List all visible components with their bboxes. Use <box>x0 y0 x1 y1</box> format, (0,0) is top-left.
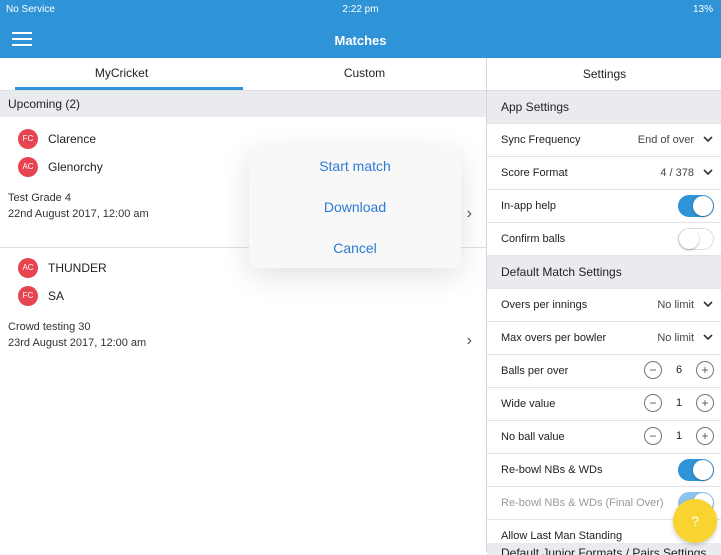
sync-frequency-row[interactable]: Sync Frequency End of over <box>487 124 721 157</box>
app-settings-header: App Settings <box>487 91 721 124</box>
settings-panel: Settings App Settings Sync Frequency End… <box>486 58 721 555</box>
sync-frequency-value: End of over <box>637 134 694 146</box>
status-bar: No Service 2:22 pm 13% <box>0 0 721 20</box>
match-grade: Test Grade 4 <box>8 192 71 204</box>
nav-bar: Matches <box>0 20 721 58</box>
team-badge: AC <box>18 258 38 278</box>
junior-settings-header: Default Junior Formats / Pairs Settings <box>487 543 721 555</box>
no-ball-value-row: No ball value − 1 + <box>487 421 721 454</box>
match-settings-header: Default Match Settings <box>487 256 721 289</box>
rebowl-toggle[interactable] <box>678 459 714 481</box>
wide-value-stepper: − 1 + <box>644 394 714 414</box>
plus-icon[interactable]: + <box>696 427 714 445</box>
stepper-value: 6 <box>675 364 683 376</box>
team-badge: FC <box>18 286 38 306</box>
overs-per-innings-value: No limit <box>657 299 694 311</box>
plus-icon[interactable]: + <box>696 361 714 379</box>
minus-icon[interactable]: − <box>644 394 662 412</box>
upcoming-header: Upcoming (2) <box>0 91 486 117</box>
clock-text: 2:22 pm <box>342 4 379 15</box>
in-app-help-toggle[interactable] <box>678 195 714 217</box>
chevron-right-icon: › <box>466 332 472 349</box>
team-name: THUNDER <box>48 261 107 275</box>
settings-title: Settings <box>487 58 721 91</box>
chevron-down-icon[interactable] <box>702 298 714 310</box>
help-button[interactable]: ? <box>673 499 717 543</box>
score-format-row[interactable]: Score Format 4 / 378 <box>487 157 721 190</box>
max-overs-value: No limit <box>657 332 694 344</box>
download-button[interactable]: Download <box>249 187 461 227</box>
match-grade: Crowd testing 30 <box>8 321 91 333</box>
minus-icon[interactable]: − <box>644 361 662 379</box>
tab-custom[interactable]: Custom <box>243 58 486 90</box>
overs-per-innings-row[interactable]: Overs per innings No limit <box>487 289 721 322</box>
confirm-balls-row: Confirm balls <box>487 223 721 256</box>
balls-per-over-stepper: − 6 + <box>644 361 714 381</box>
team-badge: FC <box>18 129 38 149</box>
in-app-help-row: In-app help <box>487 190 721 223</box>
page-title: Matches <box>334 33 387 48</box>
team-name: Glenorchy <box>48 160 103 174</box>
wide-value-row: Wide value − 1 + <box>487 388 721 421</box>
match-date: 22nd August 2017, 12:00 am <box>8 208 149 220</box>
no-ball-value-stepper: − 1 + <box>644 427 714 447</box>
confirm-balls-toggle[interactable] <box>678 228 714 250</box>
stepper-value: 1 <box>675 430 683 442</box>
stepper-value: 1 <box>675 397 683 409</box>
max-overs-per-bowler-row[interactable]: Max overs per bowler No limit <box>487 322 721 355</box>
minus-icon[interactable]: − <box>644 427 662 445</box>
team-name: SA <box>48 289 65 303</box>
chevron-down-icon[interactable] <box>702 133 714 145</box>
team-name: Clarence <box>48 132 97 146</box>
match-action-menu: Start match Download Cancel <box>249 146 461 268</box>
matches-panel: MyCricket Custom Upcoming (2) FC Clarenc… <box>0 58 486 552</box>
rebowl-row: Re-bowl NBs & WDs <box>487 454 721 487</box>
team-badge: AC <box>18 157 38 177</box>
score-format-value: 4 / 378 <box>660 167 694 179</box>
tab-bar: MyCricket Custom <box>0 58 486 91</box>
cancel-button[interactable]: Cancel <box>249 228 461 268</box>
tab-mycricket[interactable]: MyCricket <box>0 58 243 90</box>
chevron-right-icon: › <box>466 205 472 222</box>
upcoming-label: Upcoming (2) <box>8 97 81 111</box>
chevron-down-icon[interactable] <box>702 331 714 343</box>
battery-text: 13% <box>692 4 713 15</box>
match-date: 23rd August 2017, 12:00 am <box>8 337 147 349</box>
balls-per-over-row: Balls per over − 6 + <box>487 355 721 388</box>
plus-icon[interactable]: + <box>696 394 714 412</box>
chevron-down-icon[interactable] <box>702 166 714 178</box>
start-match-button[interactable]: Start match <box>249 146 461 186</box>
